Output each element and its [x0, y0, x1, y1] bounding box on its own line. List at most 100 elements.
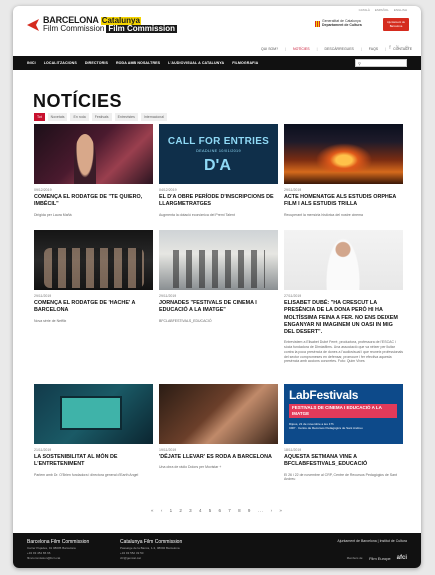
- page-5[interactable]: 5: [209, 508, 213, 513]
- news-title[interactable]: ELISABET DUBÉ: "HA CRESCUT LA PRESÈNCIA …: [284, 300, 403, 336]
- image-deadline-text: DEADLINE 10/01/2019: [196, 149, 241, 153]
- instagram-icon[interactable]: ◎: [405, 45, 409, 51]
- footer-partners: Ajuntament de Barcelona | Institut de Cu…: [337, 539, 407, 561]
- page-prev[interactable]: ‹: [161, 508, 164, 513]
- page-ellipsis: ...: [257, 508, 265, 513]
- image-banner-text: FESTIVALS DE CINEMA I EDUCACIÓ A LA IMAT…: [289, 404, 397, 418]
- nav-inici[interactable]: INICI: [27, 61, 36, 65]
- footer-email[interactable]: cfc@gencat.cat: [120, 556, 182, 560]
- twitter-icon[interactable]: 𝕏: [396, 45, 400, 51]
- nav-filmografia[interactable]: FILMOGRAFIA: [232, 61, 258, 65]
- page-4[interactable]: 4: [199, 508, 203, 513]
- news-image[interactable]: [34, 230, 153, 290]
- nav-localitzacions[interactable]: LOCALITZACIONS: [44, 61, 77, 65]
- news-title[interactable]: EL D'A OBRE PERÍODE D'INSCRIPCIONS DE LL…: [159, 194, 278, 209]
- topnav-descarregues[interactable]: DESCÀRREGUES: [325, 47, 354, 51]
- afci-logo[interactable]: afci: [397, 555, 407, 561]
- news-title[interactable]: 'DÉJATE LLEVAR' ES RODA A BARCELONA: [159, 454, 278, 461]
- news-card[interactable]: 29/11/2019 COMENÇA EL RODATGE DE 'HACHE'…: [34, 230, 153, 323]
- news-image[interactable]: CALL FOR ENTRIES DEADLINE 10/01/2019 D'A: [159, 124, 278, 184]
- filter-internacional[interactable]: Internacional: [140, 113, 167, 121]
- news-card[interactable]: LabFestivals Educació FESTIVALS DE CINEM…: [284, 384, 403, 482]
- facebook-icon[interactable]: f: [389, 45, 390, 51]
- news-card[interactable]: 09/12/2019 COMENÇA EL RODATGE DE "TE QUI…: [34, 124, 153, 217]
- topnav-qui-som[interactable]: QUI SOM?: [261, 47, 278, 51]
- filter-en-roda[interactable]: En roda: [70, 113, 89, 121]
- news-image[interactable]: [34, 124, 153, 184]
- news-image[interactable]: [159, 230, 278, 290]
- news-summary: El 26 i 22 de novembre al CRP, Centre de…: [284, 472, 397, 482]
- topnav-separator: |: [360, 47, 362, 51]
- da-logo: D'A: [204, 157, 231, 174]
- page-8[interactable]: 8: [238, 508, 242, 513]
- footer-phone: +34 93 552 49 50: [120, 551, 144, 556]
- news-image[interactable]: [284, 124, 403, 184]
- filter-festivals[interactable]: Festivals: [91, 113, 112, 121]
- topnav-noticies[interactable]: NOTÍCIES: [293, 47, 310, 51]
- news-title[interactable]: COMENÇA EL RODATGE DE 'HACHE' A BARCELON…: [34, 300, 153, 315]
- news-title[interactable]: ACTE HOMENATGE ALS ESTUDIS ORPHEA FILM I…: [284, 194, 403, 209]
- footer-col-catalunya: Catalunya Film Commission Passatge de la…: [120, 539, 182, 560]
- logo-word-film-commission: Film Commission: [43, 24, 105, 33]
- footer-title: Barcelona Film Commission: [27, 539, 90, 545]
- news-card[interactable]: 29/11/2019 JORNADES "FESTIVALS DE CINEMA…: [159, 230, 278, 323]
- news-date: 29/11/2019: [159, 294, 177, 298]
- page-2[interactable]: 2: [179, 508, 183, 513]
- news-card[interactable]: 19/11/2019 'DÉJATE LLEVAR' ES RODA A BAR…: [159, 384, 278, 470]
- news-title[interactable]: COMENÇA EL RODATGE DE "TE QUIERO, IMBÉCI…: [34, 194, 153, 209]
- nav-roda-amb-nosaltres[interactable]: RODA AMB NOSALTRES: [116, 61, 160, 65]
- page-first[interactable]: «: [151, 508, 155, 513]
- news-card[interactable]: 27/11/2019 ELISABET DUBÉ: "HA CRESCUT LA…: [284, 230, 403, 364]
- search-box: ⚲: [355, 59, 407, 67]
- page-6[interactable]: 6: [219, 508, 223, 513]
- news-title[interactable]: JORNADES "FESTIVALS DE CINEMA I EDUCACIÓ…: [159, 300, 278, 315]
- footer-address: Passatge de la Banca, 1-3, 08002 Barcelo…: [120, 546, 180, 550]
- topnav-faqs[interactable]: FAQS: [369, 47, 378, 51]
- lang-ca[interactable]: CATALÀ: [359, 8, 370, 12]
- image-info-line: CRP · Centre de Recursos Pedagògics de S…: [289, 426, 363, 431]
- footer-institutions: Ajuntament de Barcelona | Institut de Cu…: [337, 539, 407, 543]
- nav-audiovisual-catalunya[interactable]: L'AUDIOVISUAL A CATALUNYA: [168, 61, 224, 65]
- news-summary: Recuperant la memòria històrica del nost…: [284, 212, 363, 217]
- browser-page: CATALÀ ESPAÑOL ENGLISH BARCELONA Catalun…: [13, 6, 421, 568]
- news-date: 27/11/2019: [284, 294, 302, 298]
- page-next[interactable]: ›: [271, 508, 274, 513]
- filter-tot[interactable]: Tot: [34, 113, 45, 121]
- news-card[interactable]: 21/11/2019 LA SOSTENIBILITAT AL MÓN DE L…: [34, 384, 153, 477]
- news-date: 21/11/2019: [34, 448, 52, 452]
- news-card[interactable]: 29/11/2019 ACTE HOMENATGE ALS ESTUDIS OR…: [284, 124, 403, 217]
- news-filters: Tot Novetats En roda Festivals Entrevist…: [34, 113, 167, 121]
- lang-es[interactable]: ESPAÑOL: [375, 8, 389, 12]
- news-image[interactable]: [34, 384, 153, 444]
- news-image[interactable]: [284, 230, 403, 290]
- topnav-separator: |: [385, 47, 387, 51]
- lang-en[interactable]: ENGLISH: [394, 8, 407, 12]
- search-input[interactable]: [360, 60, 401, 66]
- news-date: 19/11/2019: [159, 448, 177, 452]
- site-logo[interactable]: BARCELONA Catalunya Film Commission Film…: [27, 16, 178, 33]
- footer-email[interactable]: filmcommission@bcn.cat: [27, 556, 89, 560]
- members-label: Members de:: [346, 556, 364, 560]
- page-9[interactable]: 9: [248, 508, 252, 513]
- site-footer: Barcelona Film Commission Carrer Pujades…: [13, 533, 421, 568]
- news-card[interactable]: CALL FOR ENTRIES DEADLINE 10/01/2019 D'A…: [159, 124, 278, 217]
- filter-novetats[interactable]: Novetats: [47, 113, 68, 121]
- news-date: 09/12/2019: [34, 188, 52, 192]
- ajuntament-logo[interactable]: Ajuntament de Barcelona: [383, 18, 409, 31]
- page-1[interactable]: 1: [170, 508, 174, 513]
- footer-title: Catalunya Film Commission: [120, 539, 183, 545]
- film-europe-logo[interactable]: Film Europe: [369, 556, 391, 561]
- page-3[interactable]: 3: [189, 508, 193, 513]
- page-last[interactable]: »: [279, 508, 283, 513]
- news-summary: Nova sèrie de Netflix: [34, 318, 67, 323]
- news-image[interactable]: [159, 384, 278, 444]
- news-title[interactable]: AQUESTA SETMANA VINE A BFCLABFESTIVALS_E…: [284, 454, 403, 469]
- site-header: BARCELONA Catalunya Film Commission Film…: [13, 16, 421, 40]
- generalitat-logo[interactable]: Generalitat de Catalunya Departament de …: [315, 19, 362, 28]
- nav-directoris[interactable]: DIRECTORIS: [85, 61, 108, 65]
- social-links: f 𝕏 ◎: [389, 45, 409, 51]
- news-title[interactable]: LA SOSTENIBILITAT AL MÓN DE L'ENTRETENIM…: [34, 454, 153, 469]
- page-7[interactable]: 7: [228, 508, 232, 513]
- news-image[interactable]: LabFestivals Educació FESTIVALS DE CINEM…: [284, 384, 403, 444]
- filter-entrevistes[interactable]: Entrevistes: [114, 113, 138, 121]
